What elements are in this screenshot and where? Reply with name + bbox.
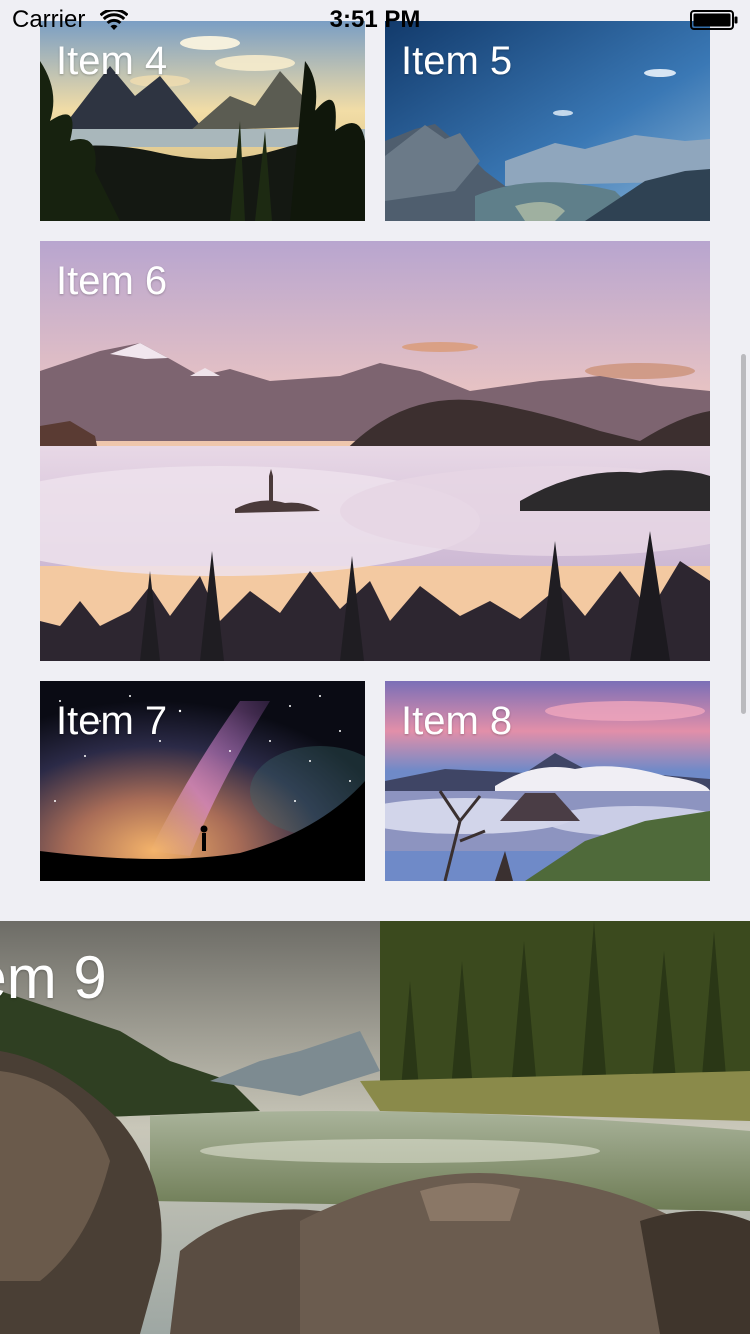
grid-item-6[interactable]: Item 6 (40, 241, 710, 661)
grid-item-4[interactable]: Item 4 (40, 21, 365, 221)
foggy-lake-island-image (40, 241, 710, 661)
grid-item-7[interactable]: Item 7 (40, 681, 365, 881)
grid-item-label: Item 6 (56, 259, 168, 303)
status-time: 3:51 PM (329, 6, 421, 33)
grid-item-label: Item 5 (401, 39, 513, 83)
grid-item-9[interactable]: Item 9 (0, 921, 750, 1334)
screen: Carrier 3:51 PM Item 4 Item 5 Item 6 Ite… (0, 0, 750, 1334)
status-bar: Carrier 3:51 PM (0, 0, 750, 40)
grid-item-label: Item 9 (0, 944, 107, 1011)
grid-item-5[interactable]: Item 5 (385, 21, 710, 221)
vertical-scroll-indicator[interactable] (741, 354, 746, 714)
grid-item-8[interactable]: Item 8 (385, 681, 710, 881)
grid-item-label: Item 8 (401, 699, 513, 743)
grid-item-label: Item 7 (56, 699, 168, 743)
grid-item-label: Item 4 (56, 39, 168, 83)
forest-river-rocks-image (0, 921, 750, 1334)
battery-icon (690, 10, 738, 30)
